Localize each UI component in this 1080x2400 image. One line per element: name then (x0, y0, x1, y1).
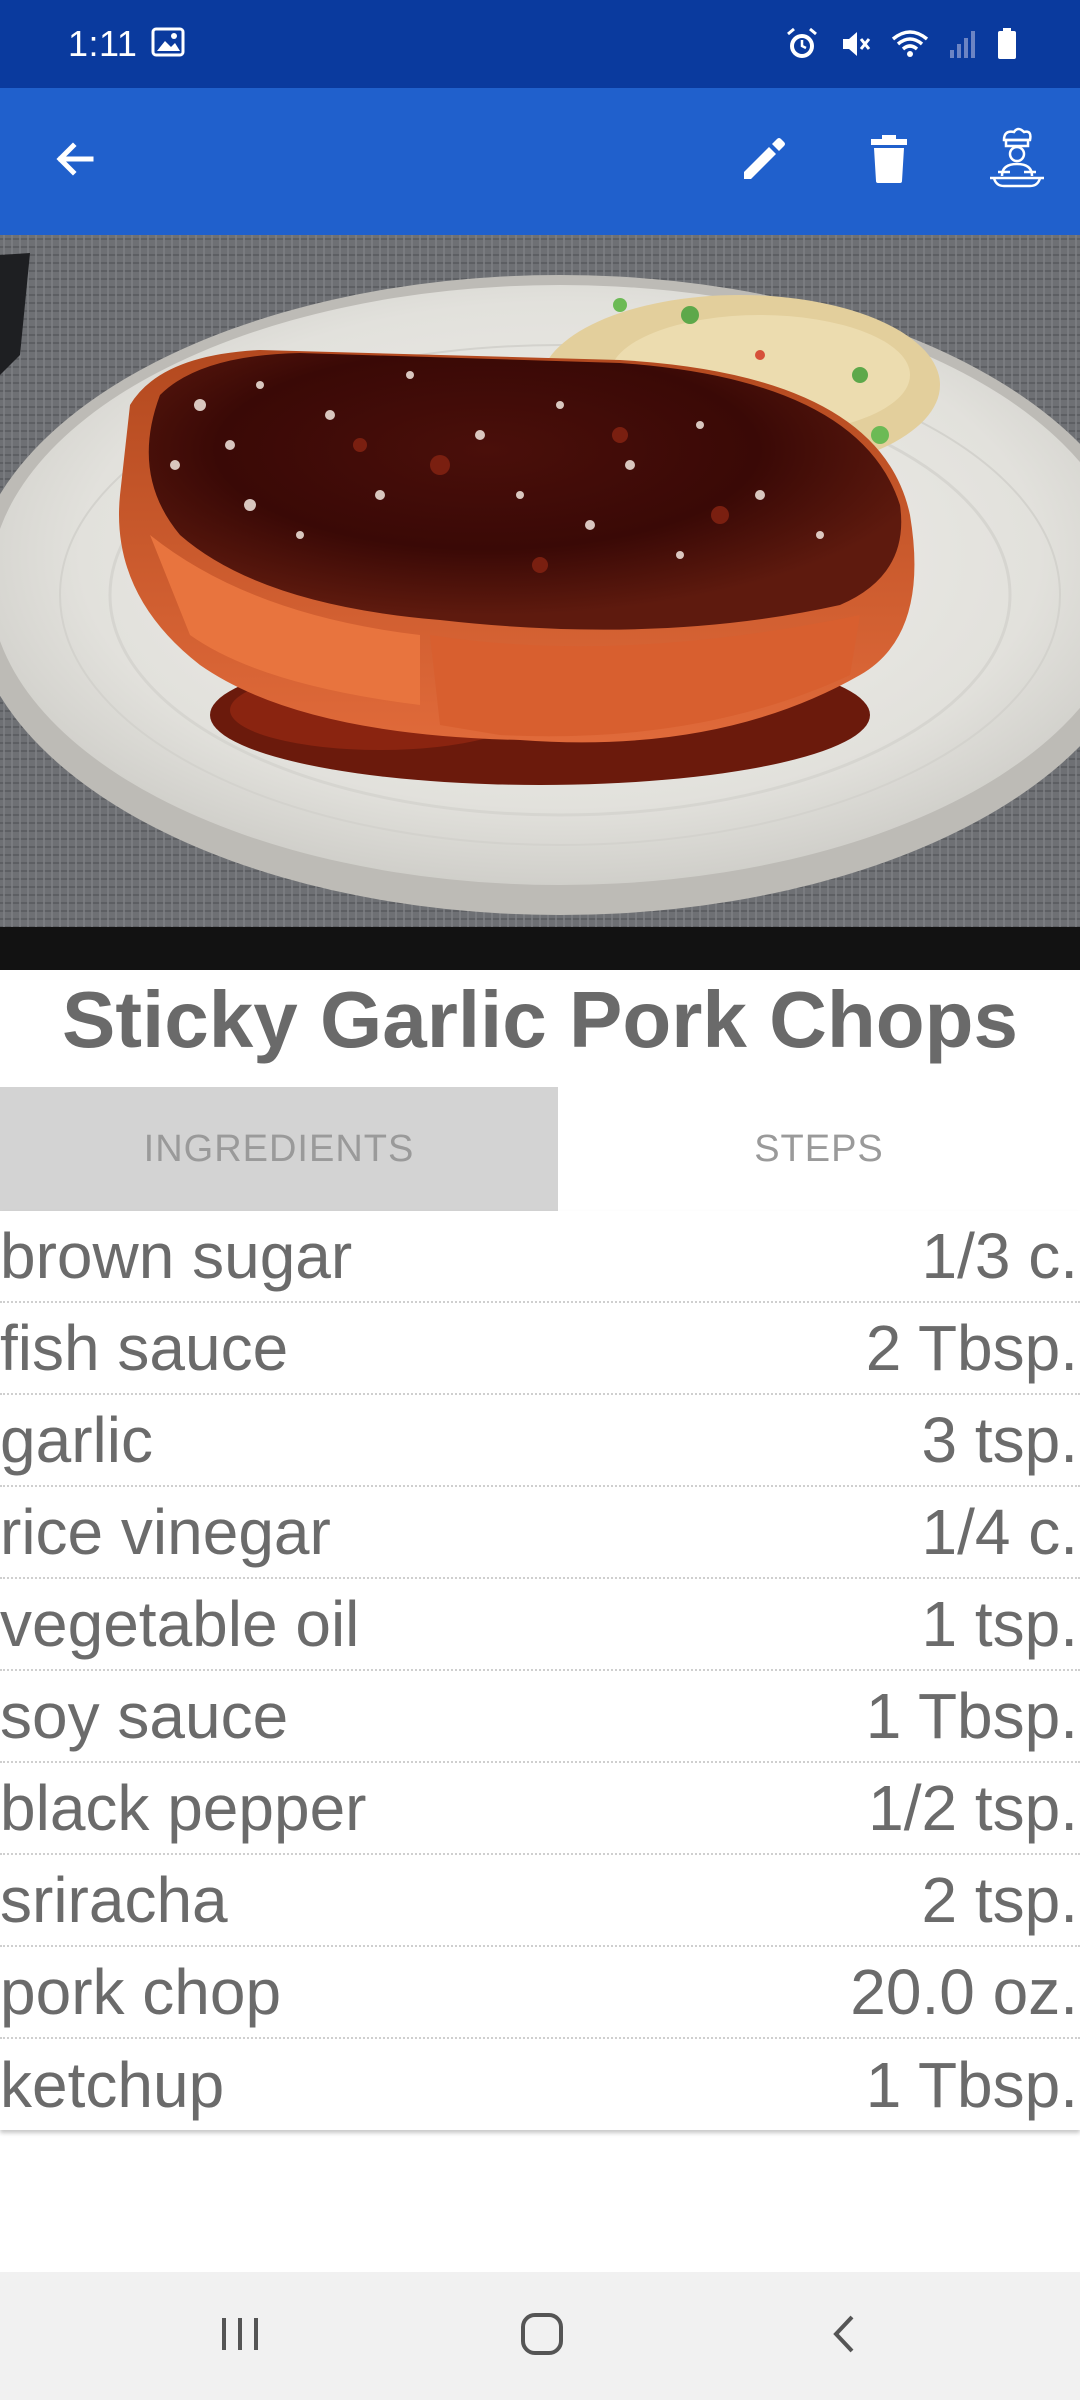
tab-ingredients[interactable]: INGREDIENTS (0, 1087, 558, 1211)
recipe-title: Sticky Garlic Pork Chops (62, 975, 1018, 1064)
ingredient-row: soy sauce 1 Tbsp. (0, 1671, 1080, 1763)
tab-steps[interactable]: STEPS (558, 1087, 1080, 1211)
back-button[interactable] (20, 88, 130, 235)
ingredient-row: garlic 3 tsp. (0, 1395, 1080, 1487)
ingredient-name: fish sauce (0, 1312, 289, 1384)
home-icon (519, 2311, 565, 2362)
ingredient-name: garlic (0, 1404, 153, 1476)
battery-icon (996, 27, 1018, 61)
ingredient-row: rice vinegar 1/4 c. (0, 1487, 1080, 1579)
delete-trash-icon (868, 134, 910, 189)
gallery-icon (151, 27, 185, 62)
chef-cooking-icon (984, 126, 1050, 197)
alarm-icon (784, 26, 820, 62)
recent-apps-icon (218, 2314, 262, 2359)
back-icon (826, 2311, 862, 2362)
system-nav-bar (0, 2272, 1080, 2400)
recipe-photo (0, 235, 1080, 970)
ingredient-name: soy sauce (0, 1680, 289, 1752)
back-arrow-icon (51, 135, 99, 188)
ingredient-quantity: 1/2 tsp. (868, 1772, 1078, 1844)
mute-icon (838, 27, 872, 61)
ingredient-name: vegetable oil (0, 1588, 360, 1660)
ingredient-name: brown sugar (0, 1220, 353, 1292)
ingredient-quantity: 1/3 c. (921, 1220, 1078, 1292)
ingredient-name: black pepper (0, 1772, 367, 1844)
ingredient-name: sriracha (0, 1864, 228, 1936)
edit-button[interactable] (708, 88, 818, 235)
ingredient-quantity: 3 tsp. (921, 1404, 1078, 1476)
ingredient-row: black pepper 1/2 tsp. (0, 1763, 1080, 1855)
ingredient-row: ketchup 1 Tbsp. (0, 2039, 1080, 2131)
ingredient-row: fish sauce 2 Tbsp. (0, 1303, 1080, 1395)
ingredients-list: brown sugar 1/3 c. fish sauce 2 Tbsp. garl… (0, 1211, 1080, 2130)
ingredient-quantity: 2 Tbsp. (865, 1312, 1078, 1384)
home-button[interactable] (462, 2272, 622, 2400)
signal-icon (948, 28, 978, 60)
ingredient-row: vegetable oil 1 tsp. (0, 1579, 1080, 1671)
ingredient-row: brown sugar 1/3 c. (0, 1211, 1080, 1303)
app-bar (0, 88, 1080, 235)
ingredient-row: pork chop 20.0 oz. (0, 1947, 1080, 2039)
ingredient-name: pork chop (0, 1956, 282, 2028)
ingredient-quantity: 1/4 c. (921, 1496, 1078, 1568)
ingredient-quantity: 20.0 oz. (850, 1956, 1078, 2028)
edit-pencil-icon (736, 132, 790, 191)
ingredient-name: ketchup (0, 2049, 225, 2121)
status-bar: 1:11 (0, 0, 1080, 88)
delete-button[interactable] (834, 88, 944, 235)
ingredient-quantity: 1 tsp. (921, 1588, 1078, 1660)
nav-back-button[interactable] (764, 2272, 924, 2400)
status-time: 1:11 (68, 23, 138, 64)
ingredient-quantity: 1 Tbsp. (865, 2049, 1078, 2121)
ingredient-row: sriracha 2 tsp. (0, 1855, 1080, 1947)
ingredient-quantity: 2 tsp. (921, 1864, 1078, 1936)
recent-apps-button[interactable] (160, 2272, 320, 2400)
ingredient-quantity: 1 Tbsp. (865, 1680, 1078, 1752)
tab-bar: INGREDIENTS STEPS (0, 1087, 1080, 1211)
cook-mode-button[interactable] (962, 88, 1072, 235)
ingredient-name: rice vinegar (0, 1496, 331, 1568)
wifi-icon (890, 27, 930, 61)
